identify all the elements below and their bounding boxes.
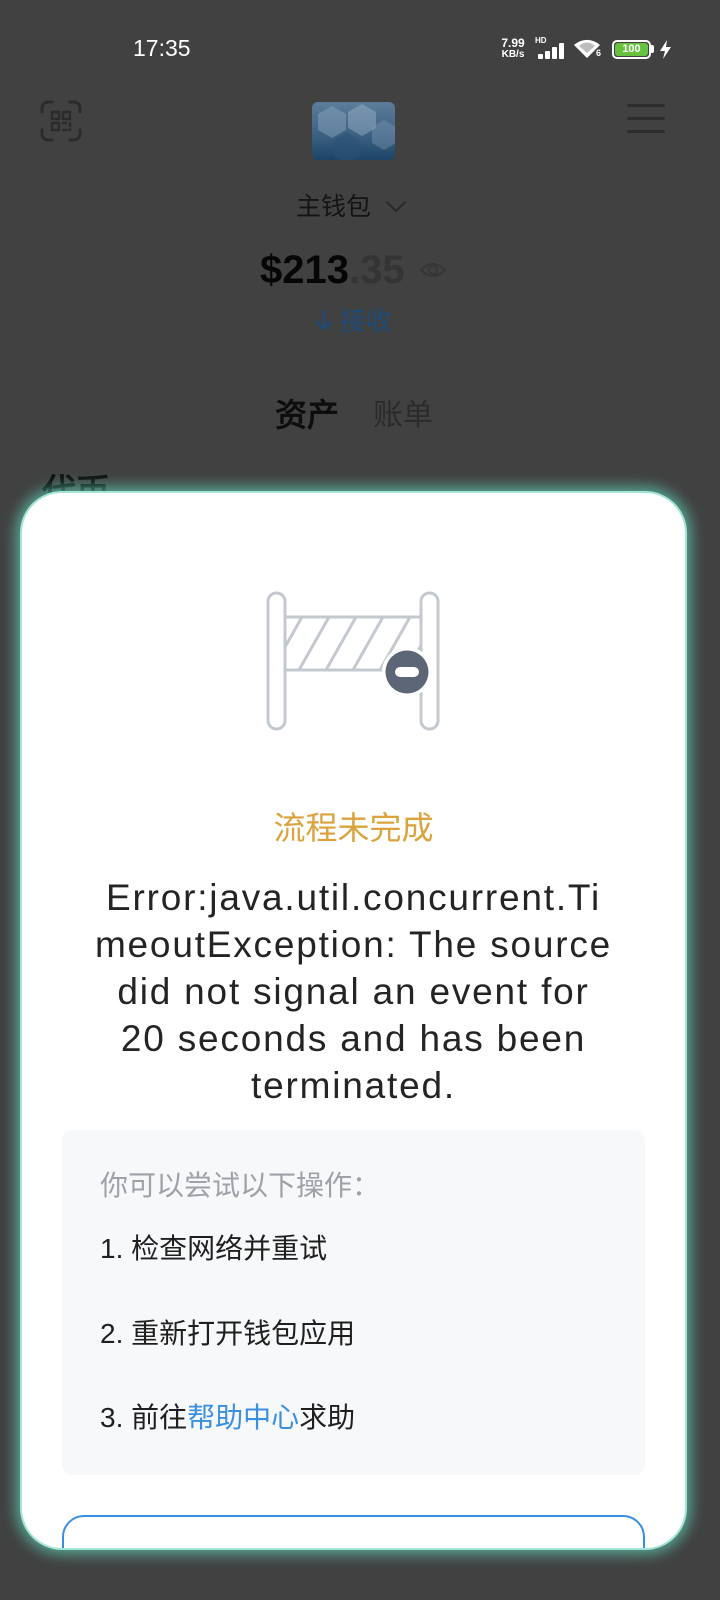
dialog-error-message: Error:java.util.concurrent.TimeoutExcept… <box>94 877 613 1106</box>
receive-label: 接收 <box>340 306 393 336</box>
network-speed-unit: KB/s <box>501 49 525 60</box>
suggestion-item: 3. 前往帮助中心求助 <box>100 1400 355 1436</box>
arrow-down-icon <box>315 310 333 331</box>
help-center-link[interactable]: 帮助中心 <box>187 1402 299 1433</box>
status-time: 17:35 <box>133 35 191 61</box>
network-speed-value: 7.99 <box>501 36 525 50</box>
barrier-gate-icon <box>266 591 440 731</box>
suggestion-item-suffix: 求助 <box>299 1402 356 1433</box>
suggestions-heading: 你可以尝试以下操作： <box>100 1170 381 1201</box>
suggestion-item-prefix: 3. 前往 <box>100 1402 188 1433</box>
balance-whole: $213 <box>260 248 349 292</box>
wallet-avatar[interactable] <box>312 102 395 160</box>
eye-icon[interactable] <box>419 260 447 280</box>
wallet-balance: $213.35 <box>260 247 405 293</box>
dialog-action-button[interactable] <box>62 1515 645 1548</box>
battery-level: 100 <box>615 43 648 56</box>
qr-scan-icon[interactable] <box>40 100 82 142</box>
tab-assets[interactable]: 资产 <box>275 396 339 434</box>
wifi-standard-label: 6 <box>596 48 602 58</box>
tab-bills[interactable]: 账单 <box>373 398 433 434</box>
dialog-title: 流程未完成 <box>273 810 434 846</box>
battery-terminal <box>651 45 654 53</box>
charging-icon <box>660 40 671 59</box>
error-dialog: 流程未完成 Error:java.util.concurrent.Timeout… <box>22 493 685 1548</box>
battery-icon: 100 <box>612 40 651 59</box>
chevron-down-icon[interactable] <box>385 200 407 214</box>
wallet-name[interactable]: 主钱包 <box>296 192 371 222</box>
network-speed: 7.99 KB/s <box>497 37 529 60</box>
menu-icon[interactable] <box>627 104 665 134</box>
suggestion-item: 2. 重新打开钱包应用 <box>100 1318 356 1349</box>
suggestion-item: 1. 检查网络并重试 <box>100 1233 328 1264</box>
suggestions-panel: 你可以尝试以下操作： 1. 检查网络并重试 2. 重新打开钱包应用 3. 前往帮… <box>62 1130 645 1475</box>
signal-icon <box>538 43 564 59</box>
balance-fraction: .35 <box>348 248 405 292</box>
